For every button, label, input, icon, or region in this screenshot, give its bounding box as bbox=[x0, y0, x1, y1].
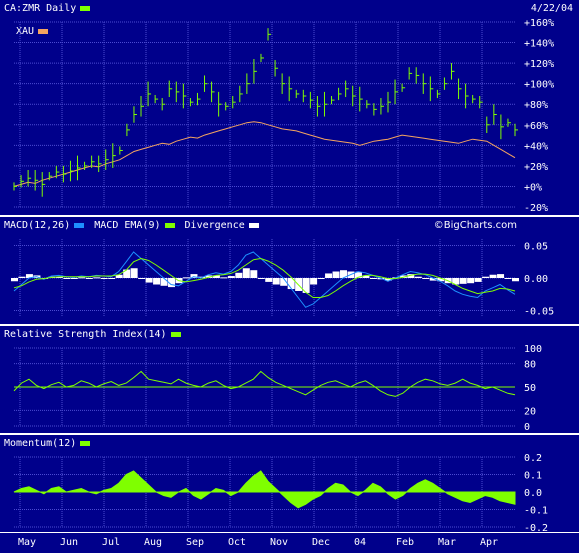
macd-panel: MACD(12,26) MACD EMA(9) Divergence ©BigC… bbox=[0, 217, 579, 324]
x-tick-apr: Apr bbox=[480, 537, 499, 548]
y-tick-label: -0.1 bbox=[524, 506, 548, 517]
divergence-bar bbox=[422, 278, 430, 279]
y-tick-label: +120% bbox=[524, 59, 554, 70]
divergence-bar bbox=[63, 278, 71, 279]
divergence-bar bbox=[257, 278, 265, 279]
x-tick-aug: Aug bbox=[144, 537, 163, 548]
divergence-bar bbox=[332, 271, 340, 278]
divergence-bar bbox=[414, 276, 422, 278]
divergence-bar bbox=[272, 278, 280, 285]
divergence-bar bbox=[11, 278, 18, 282]
rsi-chart-svg: 100 80 50 20 0 bbox=[13, 344, 542, 433]
divergence-bar bbox=[220, 277, 228, 279]
y-tick-label: 0 bbox=[524, 422, 530, 433]
divergence-bar bbox=[325, 273, 333, 278]
divergence-bar bbox=[100, 278, 108, 279]
divergence-bar bbox=[160, 278, 168, 286]
x-tick-feb: Feb bbox=[396, 537, 415, 548]
divergence-bar bbox=[18, 276, 26, 278]
macd-chart-svg: 0.05 0.00 -0.05 bbox=[11, 239, 554, 318]
momentum-chart-svg: 0.2 0.1 0.0 -0.1 -0.2 bbox=[13, 453, 548, 532]
y-tick-label: 0.1 bbox=[524, 471, 542, 482]
y-tick-label: +40% bbox=[524, 141, 548, 152]
y-tick-label: 20 bbox=[524, 406, 536, 417]
y-tick-label: -20% bbox=[524, 203, 548, 214]
divergence-bar bbox=[138, 278, 146, 279]
x-tick-jun: Jun bbox=[60, 537, 79, 548]
divergence-bar bbox=[265, 278, 273, 282]
divergence-bar bbox=[235, 272, 243, 278]
y-tick-label: +140% bbox=[524, 39, 554, 50]
stock-chart: CA:ZMR Daily XAU 4/22/04 +160% +140% +120%… bbox=[0, 0, 579, 553]
y-tick-label: +20% bbox=[524, 162, 548, 173]
divergence-bar bbox=[108, 278, 116, 279]
rsi-panel: Relative Strength Index(14) 100 80 50 20 0 bbox=[0, 326, 579, 433]
x-tick-04: 04 bbox=[354, 537, 367, 548]
y-tick-label: 0.0 bbox=[524, 488, 542, 499]
x-tick-oct: Oct bbox=[228, 537, 247, 548]
x-tick-dec: Dec bbox=[312, 537, 331, 548]
price-chart-svg: +160% +140% +120% +100% +80% +60% +40% +20% +0% -… bbox=[13, 18, 554, 214]
y-tick-label: +160% bbox=[524, 18, 554, 29]
divergence-bar bbox=[504, 278, 512, 279]
divergence-bar bbox=[250, 270, 258, 278]
y-tick-label: 80 bbox=[524, 360, 536, 371]
divergence-bar bbox=[497, 274, 505, 278]
y-tick-label: 0.2 bbox=[524, 453, 542, 464]
x-tick-sep: Sep bbox=[186, 537, 205, 548]
x-tick-may: May bbox=[18, 537, 37, 548]
divergence-bar bbox=[153, 278, 161, 285]
divergence-bar bbox=[85, 278, 93, 279]
divergence-bar bbox=[512, 278, 519, 282]
momentum-area bbox=[13, 470, 516, 509]
x-tick-jul: Jul bbox=[102, 537, 121, 548]
divergence-bar bbox=[227, 276, 235, 278]
y-tick-label: 50 bbox=[524, 383, 536, 394]
x-tick-mar: Mar bbox=[438, 537, 457, 548]
divergence-bar bbox=[182, 277, 190, 279]
divergence-bar bbox=[459, 278, 467, 284]
y-tick-label: 0.00 bbox=[524, 274, 548, 285]
divergence-bar bbox=[474, 278, 482, 282]
y-tick-label: -0.2 bbox=[524, 523, 548, 532]
y-tick-label: +100% bbox=[524, 80, 554, 91]
divergence-bar bbox=[242, 268, 250, 278]
divergence-bar bbox=[369, 278, 377, 279]
divergence-bar bbox=[489, 274, 497, 278]
y-tick-label: 0.05 bbox=[524, 242, 548, 253]
x-tick-nov: Nov bbox=[270, 537, 289, 548]
divergence-bar bbox=[145, 278, 153, 283]
momentum-panel: Momentum(12) 0.2 0.1 0.0 -0.1 -0.2 bbox=[0, 435, 579, 532]
divergence-bar bbox=[78, 277, 86, 279]
price-panel: CA:ZMR Daily XAU 4/22/04 +160% +140% +120%… bbox=[0, 0, 579, 215]
x-axis: May Jun Jul Aug Sep Oct Nov Dec 04 Feb Mar Apr bbox=[0, 533, 579, 553]
y-tick-label: 100 bbox=[524, 344, 542, 355]
y-tick-label: +80% bbox=[524, 100, 548, 111]
divergence-bar bbox=[130, 268, 138, 278]
y-tick-label: +0% bbox=[524, 182, 542, 193]
divergence-bar bbox=[317, 278, 325, 279]
divergence-bar bbox=[482, 276, 490, 278]
y-tick-label: -0.05 bbox=[524, 307, 554, 318]
divergence-bar bbox=[93, 277, 101, 279]
divergence-bar bbox=[70, 278, 78, 279]
y-tick-label: +60% bbox=[524, 121, 548, 132]
divergence-bar bbox=[467, 278, 475, 284]
divergence-bar bbox=[310, 278, 318, 285]
